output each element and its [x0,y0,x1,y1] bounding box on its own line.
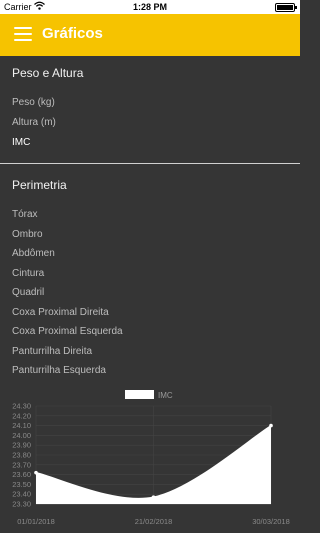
hamburger-menu-icon[interactable] [14,27,32,41]
status-time: 1:28 PM [132,2,167,12]
menu-item-peso[interactable]: Peso (kg) [12,97,55,108]
x-tick-label: 01/01/2018 [17,517,55,526]
y-tick-label: 23.40 [12,490,31,499]
imc-data-point [269,423,273,428]
section-divider [0,163,300,164]
battery-icon [275,3,297,12]
page-title: Gráficos [42,25,103,42]
y-tick-label: 23.90 [12,441,31,450]
imc-data-point [151,495,156,499]
imc-data-point [34,470,38,475]
x-tick-label: 21/02/2018 [135,517,173,526]
menu-item-imc[interactable]: IMC [12,137,30,148]
menu-item-torax[interactable]: Tórax [12,209,38,220]
status-bar: Carrier 1:28 PM [0,0,300,14]
menu-item-ombro[interactable]: Ombro [12,229,43,240]
section-title-peso-altura: Peso e Altura [12,66,84,80]
menu-item-coxa-proximal-esquerda[interactable]: Coxa Proximal Esquerda [12,326,123,337]
y-tick-label: 24.30 [12,402,31,411]
y-tick-label: 23.70 [12,460,31,469]
y-tick-label: 24.10 [12,421,31,430]
y-tick-label: 23.50 [12,480,31,489]
y-tick-label: 23.30 [12,500,31,509]
y-tick-label: 24.00 [12,431,31,440]
menu-item-panturrilha-esquerda[interactable]: Panturrilha Esquerda [12,365,106,376]
menu-item-quadril[interactable]: Quadril [12,287,44,298]
legend-label: IMC [158,391,173,400]
y-tick-label: 23.80 [12,451,31,460]
y-tick-label: 23.60 [12,470,31,479]
app-bar: Gráficos [0,14,300,56]
legend-swatch [125,390,154,399]
menu-item-cintura[interactable]: Cintura [12,268,44,279]
menu-item-coxa-proximal-direita[interactable]: Coxa Proximal Direita [12,307,109,318]
y-tick-label: 24.20 [12,411,31,420]
imc-chart: IMC23.3023.4023.5023.6023.7023.8023.9024… [12,390,290,526]
menu-item-altura[interactable]: Altura (m) [12,117,56,128]
menu-item-panturrilha-direita[interactable]: Panturrilha Direita [12,346,92,357]
section-title-perimetria: Perimetria [12,178,67,192]
x-tick-label: 30/03/2018 [252,517,290,526]
menu-item-abdomen[interactable]: Abdômen [12,248,55,259]
